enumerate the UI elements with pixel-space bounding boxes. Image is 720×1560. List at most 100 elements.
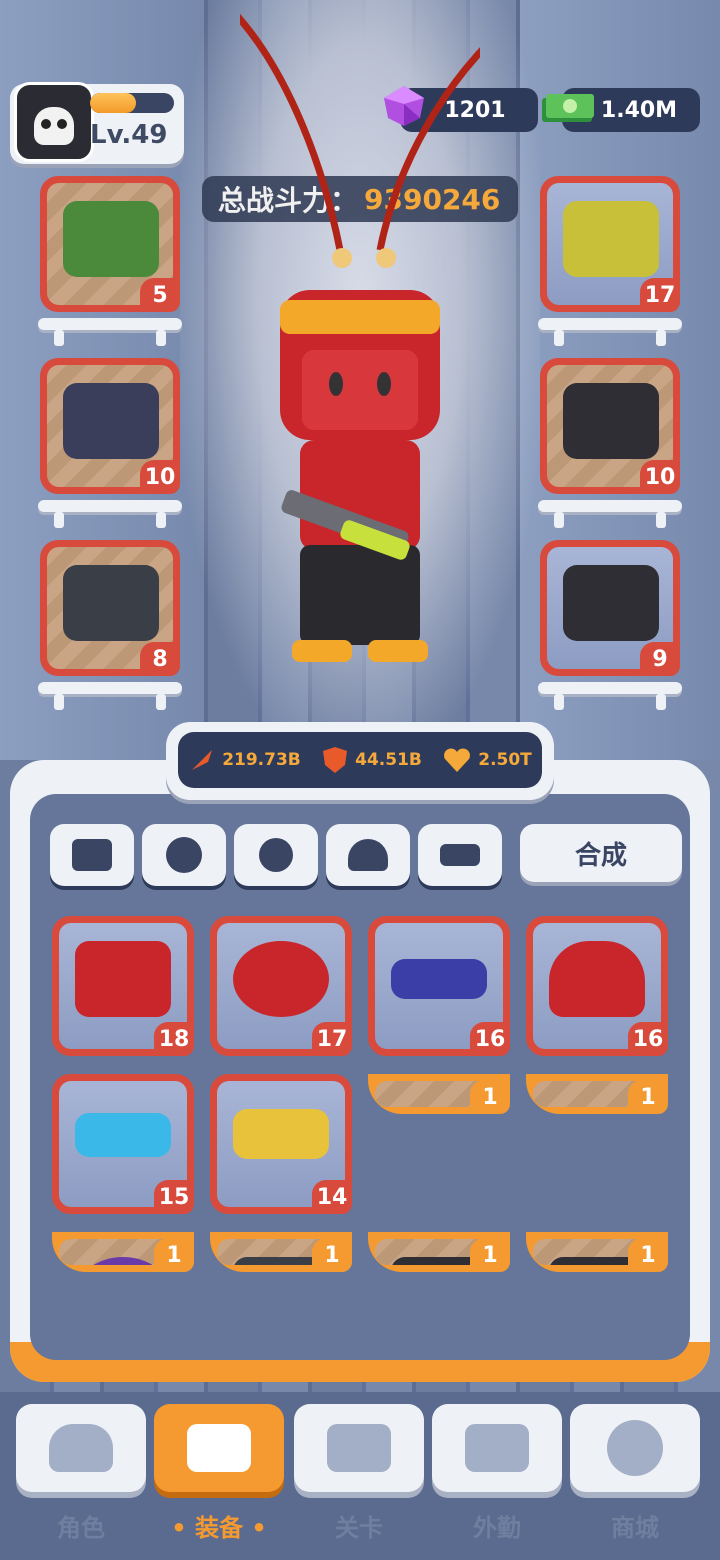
health-value: 2.50T — [478, 750, 532, 770]
nav-stages-label: 关卡 — [335, 1514, 383, 1542]
inventory-item[interactable]: 1 — [368, 1074, 510, 1114]
item-level: 1 — [470, 1080, 510, 1114]
right-slot-1[interactable]: 17 — [540, 176, 680, 312]
skull-nav-icon — [49, 1424, 113, 1472]
inventory-item[interactable]: 18 — [52, 916, 194, 1056]
item-level: 1 — [470, 1238, 510, 1272]
nav-character-label: 角色 — [57, 1514, 105, 1542]
nav-shop[interactable] — [570, 1404, 700, 1492]
shelf — [38, 500, 182, 528]
shelf — [38, 318, 182, 346]
item-level: 15 — [154, 1180, 194, 1214]
inventory-item[interactable]: 1 — [526, 1232, 668, 1272]
attack-icon — [192, 750, 213, 770]
character-model[interactable] — [240, 0, 480, 670]
weapon-tab-icon — [72, 839, 112, 871]
item-level: 18 — [154, 1022, 194, 1056]
watch-tab[interactable] — [142, 824, 226, 886]
right-slot-3[interactable]: 9 — [540, 540, 680, 676]
attack-value: 219.73B — [222, 750, 301, 770]
slot-level: 10 — [140, 460, 180, 494]
xp-fill — [90, 93, 137, 113]
item-level: 1 — [154, 1238, 194, 1272]
inventory-item[interactable]: 15 — [52, 1074, 194, 1214]
item-level: 17 — [312, 1022, 352, 1056]
inventory-item[interactable]: 17 — [210, 916, 352, 1056]
shelf — [538, 318, 682, 346]
nav-field-label: 外勤 — [473, 1514, 521, 1542]
slot-level: 17 — [640, 278, 680, 312]
item-level: 16 — [470, 1022, 510, 1056]
xp-bar — [90, 93, 174, 113]
base-tab[interactable] — [418, 824, 502, 886]
inventory-item[interactable]: 1 — [52, 1232, 194, 1272]
defense-value: 44.51B — [355, 750, 422, 770]
left-slot-1[interactable]: 5 — [40, 176, 180, 312]
item-level: 1 — [312, 1238, 352, 1272]
rifle-icon — [63, 201, 159, 277]
nav-field[interactable] — [432, 1404, 562, 1492]
left-slot-2[interactable]: 10 — [40, 358, 180, 494]
slot-level: 5 — [140, 278, 180, 312]
shelf — [538, 682, 682, 710]
watch-tab-icon — [166, 837, 202, 873]
item-level: 1 — [628, 1080, 668, 1114]
inventory-item[interactable]: 16 — [526, 916, 668, 1056]
blaster-icon — [563, 201, 659, 277]
slot-level: 10 — [640, 460, 680, 494]
item-level: 14 — [312, 1180, 352, 1214]
slot-level: 9 — [640, 642, 680, 676]
player-level: Lv.49 — [90, 120, 168, 150]
health-stat: 2.50T — [442, 746, 532, 774]
skull-avatar-icon — [34, 107, 74, 145]
console-nav-icon — [465, 1424, 529, 1472]
ammo-drum-icon — [63, 565, 159, 641]
equipment-panel: 合成 18 17 16 16 15 14 1 1 1 1 1 1 — [10, 760, 710, 1382]
gear-tab[interactable] — [234, 824, 318, 886]
inventory-row-clip: 1 1 1 1 — [52, 1232, 692, 1356]
item-level: 16 — [628, 1022, 668, 1056]
goggles-icon — [75, 1113, 171, 1157]
shop-nav-icon — [607, 1420, 663, 1476]
nav-equipment-label: • 装备 • — [171, 1514, 267, 1542]
base-tab-icon — [440, 844, 480, 866]
helmet-tab-icon — [348, 839, 388, 871]
player-profile[interactable]: Lv.49 — [10, 82, 184, 164]
skull-cap-icon — [563, 383, 659, 459]
item-level: 1 — [628, 1238, 668, 1272]
right-slot-2[interactable]: 10 — [540, 358, 680, 494]
nav-shop-label: 商城 — [611, 1514, 659, 1542]
weapon-tab[interactable] — [50, 824, 134, 886]
nav-equipment[interactable] — [154, 1404, 284, 1492]
jacket-icon — [563, 565, 659, 641]
drum-cross-icon — [233, 941, 329, 1017]
inventory-item[interactable]: 16 — [368, 916, 510, 1056]
inventory-item[interactable]: 1 — [526, 1074, 668, 1114]
armor-helmet-icon — [75, 941, 171, 1017]
cash-icon — [542, 94, 594, 122]
grenade-icon — [63, 383, 159, 459]
gear-tab-icon — [259, 838, 293, 872]
gun-nav-icon — [187, 1424, 251, 1472]
shelf — [38, 682, 182, 710]
helmet-tab[interactable] — [326, 824, 410, 886]
attack-stat: 219.73B — [188, 746, 301, 774]
golden-pistol-icon — [233, 1109, 329, 1159]
slot-level: 8 — [140, 642, 180, 676]
shelf — [538, 500, 682, 528]
avatar[interactable] — [14, 82, 94, 162]
inventory-item[interactable]: 14 — [210, 1074, 352, 1214]
bottom-navigation: 角色 • 装备 • 关卡 外勤 商城 — [0, 1392, 720, 1560]
inventory-item[interactable]: 1 — [368, 1232, 510, 1272]
inventory-item[interactable]: 1 — [210, 1232, 352, 1272]
merge-button[interactable]: 合成 — [520, 824, 682, 882]
left-slot-3[interactable]: 8 — [40, 540, 180, 676]
cash-count: 1.40M — [600, 97, 678, 123]
heart-icon — [444, 748, 471, 772]
stats-bar: 219.73B 44.51B 2.50T — [166, 722, 554, 800]
nav-character[interactable] — [16, 1404, 146, 1492]
heavy-rifle-icon — [391, 959, 487, 999]
nav-stages[interactable] — [294, 1404, 424, 1492]
map-nav-icon — [327, 1424, 391, 1472]
visor-helmet-icon — [549, 941, 645, 1017]
